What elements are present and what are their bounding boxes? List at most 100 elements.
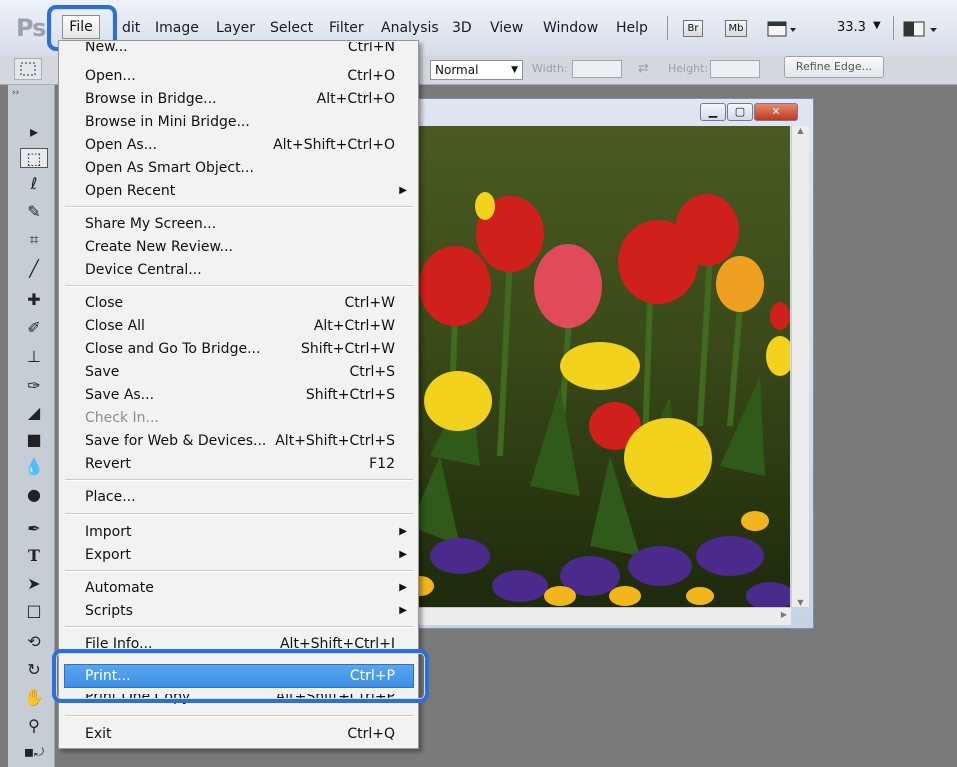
menu-layer[interactable]: Layer	[216, 20, 255, 36]
menu-help[interactable]: Help	[616, 20, 648, 36]
menu-item-label: Close All	[85, 318, 145, 334]
menu-item-share-my-screen[interactable]: Share My Screen...	[85, 214, 397, 234]
menu-item-label: Open...	[85, 68, 136, 84]
menubar-divider	[667, 16, 668, 40]
menu-item-revert[interactable]: Revert F12	[85, 454, 397, 474]
menu-separator	[65, 513, 413, 515]
menu-item-shortcut: F12	[369, 456, 395, 472]
menu-filter[interactable]: Filter	[329, 20, 364, 36]
menu-item-place[interactable]: Place...	[85, 487, 397, 507]
menu-window[interactable]: Window	[543, 20, 598, 36]
arrange-documents-icon[interactable]	[903, 19, 943, 39]
eraser-tool-icon[interactable]: ◢	[20, 403, 48, 423]
scroll-down-icon[interactable]: ▼	[792, 598, 809, 607]
submenu-arrow-icon: ▶	[399, 185, 407, 196]
menu-item-export[interactable]: Export ▶	[85, 545, 407, 565]
menu-item-label: Create New Review...	[85, 239, 233, 255]
healing-brush-tool-icon[interactable]: ✚	[20, 290, 48, 310]
crop-tool-icon[interactable]: ⌗	[20, 230, 48, 250]
menu-item-label: Automate	[85, 580, 154, 596]
view-extras-icon[interactable]	[767, 19, 797, 39]
history-brush-tool-icon[interactable]: ✑	[20, 376, 48, 396]
type-tool-icon[interactable]: T	[20, 546, 48, 566]
horizontal-scrollbar[interactable]: ▶	[410, 607, 791, 625]
menu-item-exit[interactable]: Exit Ctrl+Q	[85, 724, 397, 744]
menu-item-browse-in-bridge[interactable]: Browse in Bridge... Alt+Ctrl+O	[85, 89, 397, 109]
menu-item-save-for-web[interactable]: Save for Web & Devices... Alt+Shift+Ctrl…	[85, 431, 397, 451]
menu-item-shortcut: Shift+Ctrl+W	[300, 341, 395, 357]
menu-edit[interactable]: dit	[122, 20, 140, 36]
maximize-button[interactable]: ▢	[727, 103, 753, 121]
menu-item-label: File Info...	[85, 636, 153, 648]
menu-item-label: Place...	[85, 489, 136, 505]
menu-item-close[interactable]: Close Ctrl+W	[85, 293, 397, 313]
brush-tool-icon[interactable]: ✐	[20, 318, 48, 338]
hand-tool-icon[interactable]: ✋	[20, 688, 48, 708]
color-swatches-icon[interactable]: ◼⤾	[20, 742, 48, 762]
pen-tool-icon[interactable]: ✒	[20, 519, 48, 539]
swap-icon[interactable]: ⇄	[638, 61, 649, 76]
menu-item-open-recent[interactable]: Open Recent ▶	[85, 181, 407, 201]
menu-item-save[interactable]: Save Ctrl+S	[85, 362, 397, 382]
collapse-icon[interactable]: ››	[12, 88, 19, 98]
quick-select-tool-icon[interactable]: ✎	[20, 202, 48, 222]
menu-select[interactable]: Select	[270, 20, 313, 36]
minimize-button[interactable]: ▁	[700, 103, 726, 121]
move-tool-icon[interactable]: ▸	[20, 122, 48, 142]
style-select[interactable]: Normal ▼	[430, 60, 523, 80]
menu-item-import[interactable]: Import ▶	[85, 522, 407, 542]
menu-item-device-central[interactable]: Device Central...	[85, 260, 397, 280]
mini-bridge-icon[interactable]: Mb	[725, 20, 747, 37]
blur-tool-icon[interactable]: 💧	[20, 457, 48, 477]
menu-analysis[interactable]: Analysis	[381, 20, 439, 36]
menu-item-create-new-review[interactable]: Create New Review...	[85, 237, 397, 257]
menu-item-close-all[interactable]: Close All Alt+Ctrl+W	[85, 316, 397, 336]
clone-stamp-tool-icon[interactable]: ⊥	[20, 347, 48, 367]
lasso-tool-icon[interactable]: ℓ	[20, 174, 48, 194]
gradient-tool-icon[interactable]: ■	[20, 430, 48, 450]
menu-item-save-as[interactable]: Save As... Shift+Ctrl+S	[85, 385, 397, 405]
menu-item-shortcut: Ctrl+O	[347, 68, 395, 84]
scroll-up-icon[interactable]: ▲	[792, 126, 809, 135]
menu-item-new[interactable]: New... Ctrl+N	[85, 42, 397, 56]
close-window-button[interactable]: ✕	[754, 103, 798, 121]
menu-item-label: Scripts	[85, 603, 133, 619]
menu-item-open-as-smart-object[interactable]: Open As Smart Object...	[85, 158, 397, 178]
zoom-tool-icon[interactable]: ⚲	[20, 716, 48, 736]
marquee-preset-icon[interactable]	[14, 58, 42, 80]
menu-item-automate[interactable]: Automate ▶	[85, 578, 407, 598]
menu-item-label: Open As...	[85, 137, 158, 153]
menu-item-open[interactable]: Open... Ctrl+O	[85, 66, 397, 86]
zoom-level[interactable]: 33.3	[837, 20, 866, 35]
menu-item-label: New...	[85, 42, 128, 55]
marquee-tool-icon[interactable]: ⬚	[20, 148, 48, 168]
menu-3d[interactable]: 3D	[452, 20, 472, 36]
height-label: Height:	[668, 62, 709, 75]
submenu-arrow-icon: ▶	[399, 526, 407, 537]
menu-item-open-as[interactable]: Open As... Alt+Shift+Ctrl+O	[85, 135, 397, 155]
menu-item-label: Open As Smart Object...	[85, 160, 254, 176]
3d-rotate-tool-icon[interactable]: ⟲	[20, 632, 48, 652]
scroll-right-icon[interactable]: ▶	[781, 610, 787, 619]
refine-edge-button[interactable]: Refine Edge...	[784, 56, 884, 78]
eyedropper-tool-icon[interactable]: ╱	[20, 259, 48, 279]
menu-item-scripts[interactable]: Scripts ▶	[85, 601, 407, 621]
dodge-tool-icon[interactable]: ●	[20, 485, 48, 505]
menu-item-browse-in-mini-bridge[interactable]: Browse in Mini Bridge...	[85, 112, 397, 132]
tulip-photo	[410, 126, 790, 607]
menu-item-close-and-go-to-bridge[interactable]: Close and Go To Bridge... Shift+Ctrl+W	[85, 339, 397, 359]
submenu-arrow-icon: ▶	[399, 605, 407, 616]
menu-item-shortcut: Alt+Ctrl+O	[316, 91, 395, 107]
height-field[interactable]	[710, 60, 760, 78]
rectangle-tool-icon[interactable]: □	[20, 601, 48, 621]
3d-orbit-tool-icon[interactable]: ↻	[20, 660, 48, 680]
vertical-scrollbar[interactable]: ▲ ▼	[791, 126, 809, 607]
width-field[interactable]	[572, 60, 622, 78]
menu-view[interactable]: View	[490, 20, 523, 36]
menu-image[interactable]: Image	[155, 20, 199, 36]
path-selection-tool-icon[interactable]: ➤	[20, 574, 48, 594]
bridge-icon[interactable]: Br	[683, 20, 703, 37]
chevron-down-icon[interactable]: ▼	[873, 20, 881, 31]
menu-item-file-info[interactable]: File Info... Alt+Shift+Ctrl+I	[85, 634, 397, 648]
menu-item-label: Browse in Bridge...	[85, 91, 217, 107]
